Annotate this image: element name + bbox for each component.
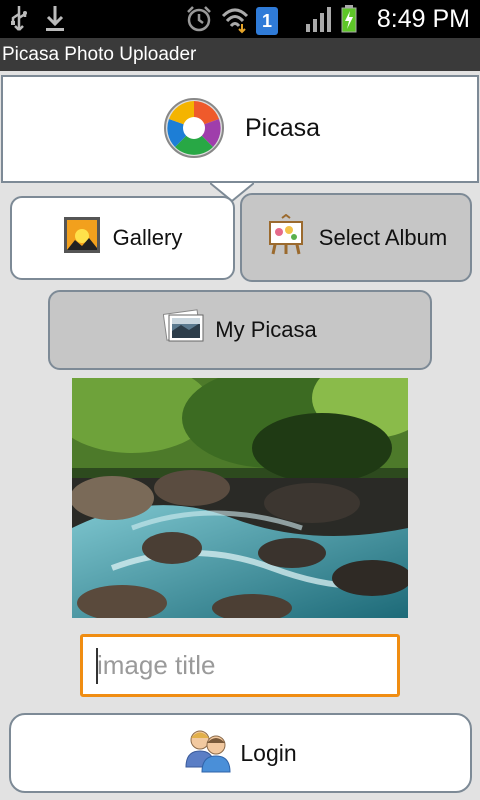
alarm-icon: [184, 4, 214, 38]
text-cursor: [96, 648, 98, 684]
sim-1-icon: 1: [256, 7, 278, 35]
select-album-label: Select Album: [318, 224, 448, 250]
signal-icon: [304, 4, 334, 38]
app-title: Picasa Photo Uploader: [2, 44, 197, 65]
status-time: 8:49 PM: [376, 5, 470, 33]
select-album-button[interactable]: Select Album: [240, 193, 472, 282]
usb-icon: [8, 4, 30, 38]
picasa-header-panel: Picasa: [1, 75, 479, 183]
photos-icon: [163, 309, 205, 351]
app-title-bar: Picasa Photo Uploader: [0, 38, 480, 71]
login-button[interactable]: Login: [9, 713, 472, 793]
users-icon: [184, 727, 232, 779]
gallery-label: Gallery: [112, 225, 183, 250]
wifi-icon: [220, 4, 250, 38]
battery-charging-icon: [340, 4, 358, 38]
login-label: Login: [240, 739, 297, 766]
picasa-logo-icon: [163, 97, 225, 159]
my-picasa-button[interactable]: My Picasa: [48, 290, 432, 370]
album-easel-icon: [265, 213, 307, 262]
header-title: Picasa: [245, 114, 321, 142]
status-bar: 1 8:49 PM: [0, 0, 480, 38]
download-icon: [44, 4, 66, 38]
my-picasa-label: My Picasa: [215, 317, 317, 342]
gallery-icon: [63, 216, 101, 260]
gallery-button[interactable]: Gallery: [10, 196, 235, 280]
image-title-input[interactable]: [80, 634, 400, 697]
photo-preview: [72, 378, 408, 618]
